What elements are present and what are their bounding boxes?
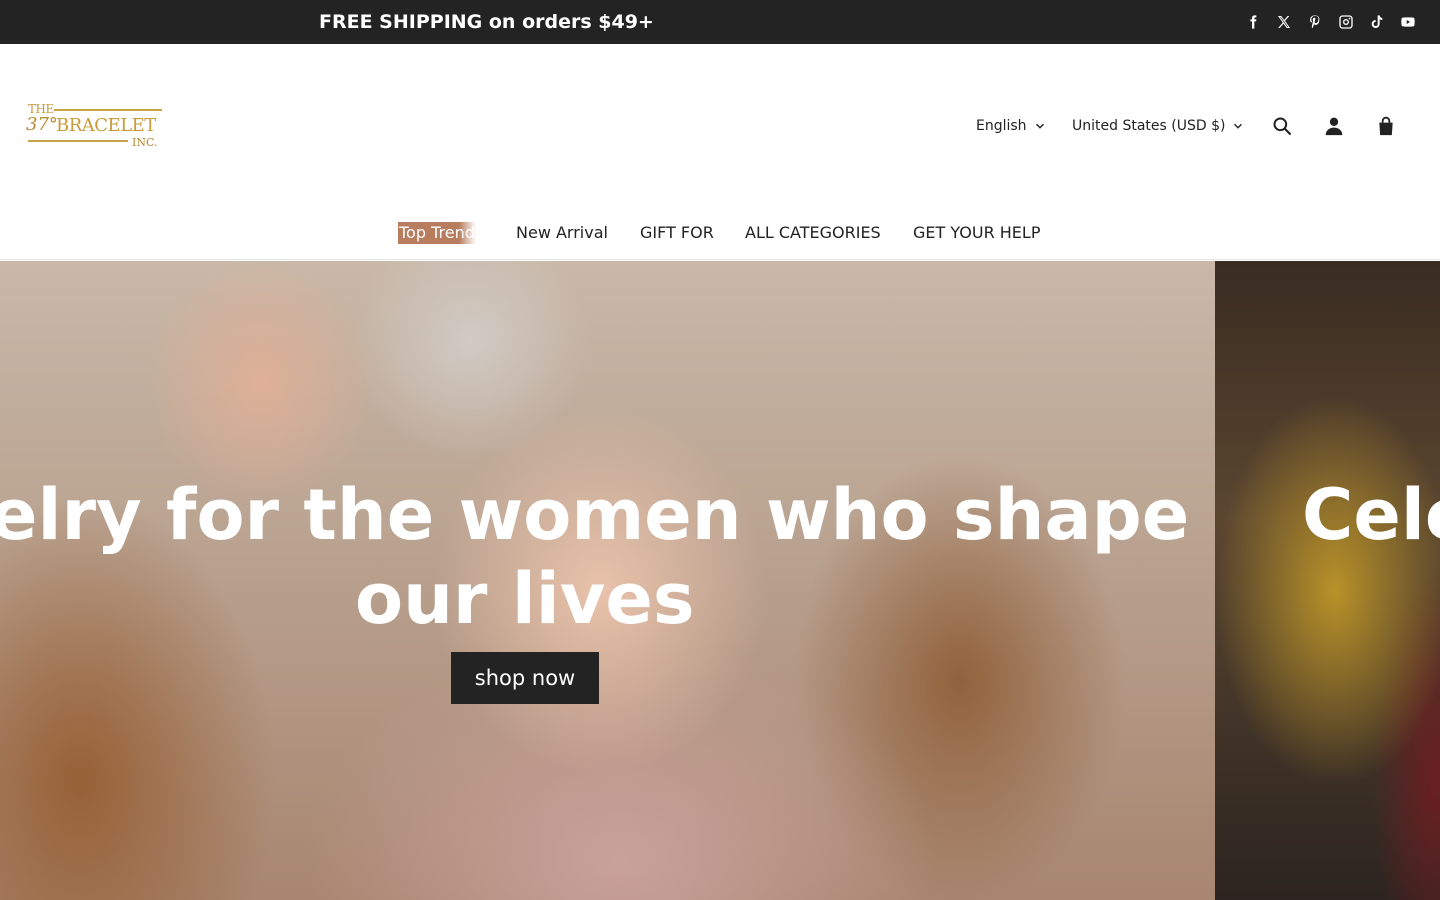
next-slide-heading: Cele bbox=[1302, 474, 1440, 556]
x-twitter-icon[interactable] bbox=[1274, 12, 1294, 32]
hero-next-slide-image bbox=[1215, 261, 1440, 900]
site-header: THE 37° BRACELET INC. English United Sta… bbox=[0, 44, 1440, 260]
shop-now-button[interactable]: shop now bbox=[451, 652, 599, 704]
logo-number-text: 37° bbox=[26, 114, 58, 135]
chevron-down-icon bbox=[1234, 123, 1243, 129]
facebook-icon[interactable] bbox=[1243, 12, 1263, 32]
youtube-icon[interactable] bbox=[1398, 12, 1418, 32]
nav-item-new-arrival[interactable]: New Arrival bbox=[516, 222, 608, 244]
logo-top-rule bbox=[54, 109, 162, 111]
hero-heading-line-1: elry for the women who shape bbox=[0, 474, 1190, 556]
cart-icon[interactable] bbox=[1374, 114, 1398, 138]
logo-inc-text: INC. bbox=[132, 136, 158, 149]
free-shipping-text: FREE SHIPPING on orders $49+ bbox=[319, 11, 654, 33]
chevron-down-icon bbox=[1035, 123, 1044, 129]
hero-slideshow[interactable]: elry for the women who shape our lives C… bbox=[0, 261, 1440, 900]
hero-heading: elry for the women who shape our lives bbox=[0, 473, 1215, 641]
currency-label: United States (USD $) bbox=[1072, 118, 1226, 134]
nav-item-all-categories[interactable]: ALL CATEGORIES bbox=[745, 222, 881, 244]
nav-item-get-your-help[interactable]: GET YOUR HELP bbox=[913, 222, 1040, 244]
logo-bottom-rule bbox=[28, 140, 128, 142]
currency-selector[interactable]: United States (USD $) bbox=[1072, 117, 1243, 135]
search-icon[interactable] bbox=[1270, 114, 1294, 138]
language-selector[interactable]: English bbox=[976, 117, 1045, 135]
language-label: English bbox=[976, 118, 1027, 134]
brand-logo[interactable]: THE 37° BRACELET INC. bbox=[26, 102, 166, 152]
announcement-bar: FREE SHIPPING on orders $49+ bbox=[0, 0, 1440, 44]
instagram-icon[interactable] bbox=[1336, 12, 1356, 32]
logo-name-text: BRACELET bbox=[56, 115, 156, 136]
hero-heading-line-2: our lives bbox=[355, 558, 695, 640]
tiktok-icon[interactable] bbox=[1367, 12, 1387, 32]
main-nav: Top Trend New Arrival GIFT FOR ALL CATEG… bbox=[0, 222, 1440, 246]
nav-item-gift-for[interactable]: GIFT FOR bbox=[640, 222, 714, 244]
account-icon[interactable] bbox=[1322, 114, 1346, 138]
pinterest-icon[interactable] bbox=[1305, 12, 1325, 32]
nav-item-top-trend[interactable]: Top Trend bbox=[398, 222, 476, 244]
social-links bbox=[1243, 12, 1418, 32]
